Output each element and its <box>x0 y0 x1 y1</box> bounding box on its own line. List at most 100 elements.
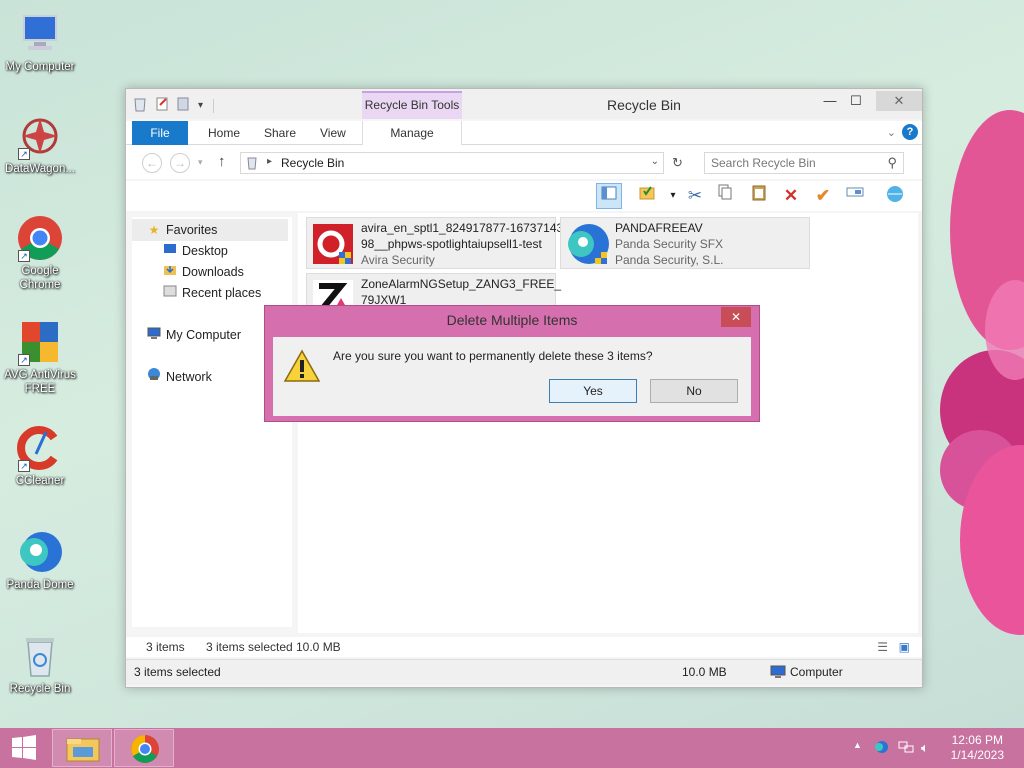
copy-icon[interactable] <box>712 183 738 209</box>
paste-icon[interactable] <box>746 183 772 209</box>
file-publisher: Avira Security <box>361 253 435 267</box>
recycle-bin-icon <box>16 632 64 680</box>
up-button[interactable]: ↑ <box>218 153 226 170</box>
nav-item-recent-places[interactable]: Recent places <box>162 282 261 304</box>
back-button[interactable]: ← <box>142 153 162 173</box>
no-button[interactable]: No <box>650 379 738 403</box>
file-description: Panda Security SFX <box>615 237 724 251</box>
file-explorer-icon <box>66 738 100 762</box>
navigation-pane: ★ Favorites Desktop Downloads Recent plac… <box>132 217 292 627</box>
preview-pane-icon[interactable] <box>596 183 622 209</box>
tab-home[interactable]: Home <box>194 121 254 145</box>
file-name: avira_en_sptl1_824917877-16737143 <box>361 221 564 235</box>
tab-manage[interactable]: Manage <box>362 121 462 145</box>
desktop-icon-label: Panda Dome <box>6 579 74 591</box>
select-folder-icon[interactable] <box>634 183 660 209</box>
recent-locations-chevron-icon[interactable]: ▾ <box>198 157 203 168</box>
dialog-message: Are you sure you want to permanently del… <box>333 349 653 363</box>
maximize-button[interactable]: ☐ <box>842 91 870 111</box>
panda-tray-icon[interactable] <box>874 740 888 757</box>
nav-item-desktop[interactable]: Desktop <box>162 240 228 262</box>
tab-share[interactable]: Share <box>250 121 310 145</box>
network-tray-icon[interactable] <box>898 740 914 757</box>
search-input[interactable]: Search Recycle Bin <box>711 156 816 170</box>
volume-icon[interactable]: 🔈︎ <box>921 740 929 756</box>
clock-time: 12:06 PM <box>951 733 1003 747</box>
panda-icon <box>565 222 609 266</box>
empty-recycle-bin-icon[interactable] <box>882 183 908 209</box>
clock[interactable]: 12:06 PM 1/14/2023 <box>951 733 1004 763</box>
ccleaner-icon: ↗ <box>16 424 64 472</box>
status-bar: 3 items 3 items selected 10.0 MB ☰ ▣ <box>126 637 922 657</box>
nav-item-label: Desktop <box>182 244 228 258</box>
large-icons-view-icon[interactable]: ▣ <box>899 640 910 654</box>
shortcut-arrow-icon: ↗ <box>18 250 30 262</box>
desktop-icon-avg[interactable]: ↗ AVG AntiVirus FREE <box>0 318 80 396</box>
dialog-close-button[interactable]: ✕ <box>721 307 751 327</box>
file-list: avira_en_sptl1_824917877-16737143 98__ph… <box>298 213 918 633</box>
desktop-icon-my-computer[interactable]: My Computer <box>0 10 80 74</box>
avg-icon: ↗ <box>16 318 64 366</box>
rename-icon[interactable] <box>842 183 868 209</box>
panda-dome-icon <box>16 528 64 576</box>
computer-icon <box>16 10 64 58</box>
datawagon-icon: ↗ <box>16 112 64 160</box>
list-item[interactable]: PANDAFREEAV Panda Security SFX Panda Sec… <box>560 217 810 269</box>
computer-icon <box>146 324 162 346</box>
desktop-icon-label: Google Chrome <box>19 265 61 291</box>
item-count: 3 items <box>146 640 185 654</box>
shortcut-arrow-icon: ↗ <box>18 148 30 160</box>
taskbar-file-explorer[interactable] <box>52 729 112 767</box>
delete-dialog: Delete Multiple Items ✕ Are you sure you… <box>264 305 760 422</box>
nav-item-label: Network <box>166 370 212 384</box>
details-location: Computer <box>790 665 843 679</box>
chrome-icon <box>131 735 159 763</box>
shortcut-arrow-icon: ↗ <box>18 460 30 472</box>
search-box[interactable]: Search Recycle Bin ⚲ <box>704 152 904 174</box>
search-icon[interactable]: ⚲ <box>887 155 897 171</box>
desktop-icon-label: My Computer <box>5 61 75 73</box>
help-icon[interactable]: ? <box>902 124 918 140</box>
nav-item-downloads[interactable]: Downloads <box>162 261 244 283</box>
minimize-button[interactable]: — <box>816 91 844 111</box>
expand-ribbon-chevron-icon[interactable]: ⌄ <box>887 126 896 139</box>
show-hidden-icons-chevron-icon[interactable]: ▲ <box>853 740 862 750</box>
start-button[interactable] <box>0 728 48 768</box>
title-bar[interactable]: ▾ Recycle Bin Tools Recycle Bin — ☐ ✕ <box>126 89 922 119</box>
navigation-bar: ← → ▾ ↑ ▸ Recycle Bin ⌄ ↻ Search Recycle… <box>126 145 922 179</box>
nav-item-my-computer[interactable]: My Computer <box>146 324 241 346</box>
restore-icon[interactable]: ✔ <box>810 183 836 209</box>
desktop-folder-icon <box>162 240 178 262</box>
breadcrumb-separator-icon: ▸ <box>267 156 273 167</box>
yes-button[interactable]: Yes <box>549 379 637 403</box>
nav-item-favorites[interactable]: ★ Favorites <box>132 219 288 241</box>
desktop-icon-label: CCleaner <box>15 475 65 487</box>
details-view-icon[interactable]: ☰ <box>877 640 888 654</box>
forward-button[interactable]: → <box>170 153 190 173</box>
chrome-icon: ↗ <box>16 214 64 262</box>
windows-logo-icon <box>12 735 36 760</box>
desktop-icon-ccleaner[interactable]: ↗ CCleaner <box>0 424 80 488</box>
clock-date: 1/14/2023 <box>950 748 1004 762</box>
desktop-icon-panda-dome[interactable]: Panda Dome <box>0 528 80 592</box>
close-button[interactable]: ✕ <box>876 91 922 111</box>
delete-icon[interactable]: ✕ <box>778 183 804 209</box>
tab-file[interactable]: File <box>132 121 188 145</box>
warning-icon <box>283 349 321 386</box>
tab-view[interactable]: View <box>306 121 360 145</box>
desktop-icon-recycle-bin[interactable]: Recycle Bin <box>0 632 80 696</box>
computer-icon <box>770 665 786 682</box>
list-item[interactable]: avira_en_sptl1_824917877-16737143 98__ph… <box>306 217 563 269</box>
refresh-icon[interactable]: ↻ <box>672 155 683 171</box>
nav-item-network[interactable]: Network <box>146 366 212 388</box>
dialog-body: Are you sure you want to permanently del… <box>273 337 751 416</box>
cut-icon[interactable]: ✂ <box>682 183 708 209</box>
address-dropdown-icon[interactable]: ⌄ <box>651 156 659 167</box>
address-bar[interactable]: ▸ Recycle Bin ⌄ <box>240 152 664 174</box>
desktop-icon-chrome[interactable]: ↗ Google Chrome <box>0 214 80 292</box>
file-name: 98__phpws-spotlightaiupsell1-test <box>361 237 542 251</box>
selected-size: 10.0 MB <box>296 640 341 654</box>
desktop-icon-datawagon[interactable]: ↗ DataWagon... <box>0 112 80 176</box>
file-publisher: Panda Security, S.L. <box>615 253 724 267</box>
taskbar-chrome[interactable] <box>114 729 174 767</box>
